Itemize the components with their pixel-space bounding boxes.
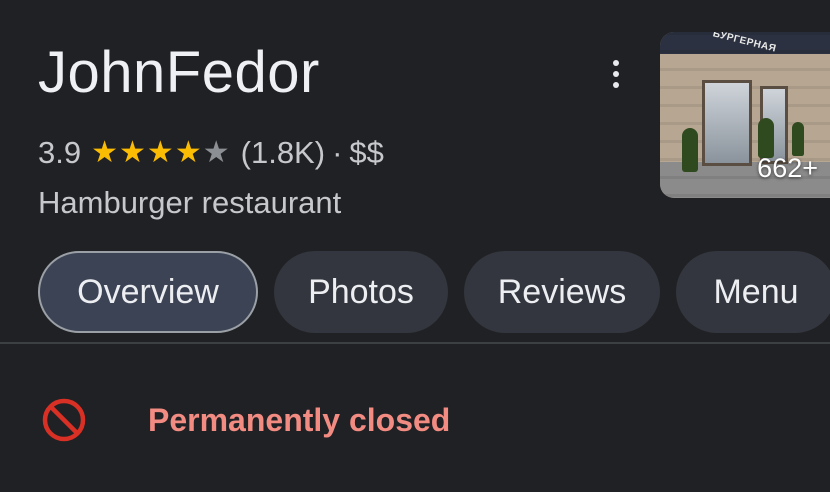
tab-reviews[interactable]: Reviews [464, 251, 660, 333]
closed-status-text: Permanently closed [148, 401, 451, 438]
photo-window [702, 80, 752, 166]
block-icon [42, 398, 86, 442]
photo-plant [758, 118, 774, 158]
photo-plant [792, 122, 804, 156]
rating-value: 3.9 [38, 135, 82, 170]
separator: · [332, 135, 343, 170]
photo-plant [682, 128, 698, 172]
closed-status-row: Permanently closed [40, 395, 450, 445]
more-options-icon-dot [613, 82, 619, 88]
review-count: (1.8K) [240, 135, 326, 170]
photo-count: 662+ [757, 153, 818, 183]
place-category[interactable]: Hamburger restaurant [38, 185, 341, 221]
star-rating: ★ ★ ★ ★ ★ [91, 138, 231, 168]
rating-row[interactable]: 3.9 ★ ★ ★ ★ ★ (1.8K) · $$ [38, 133, 384, 173]
star-filled-icon: ★ [119, 136, 146, 169]
tab-bar: Overview Photos Reviews Menu [38, 251, 830, 333]
more-options-icon [613, 60, 619, 66]
place-photo[interactable]: БУРГЕРНАЯ 662+ [660, 32, 830, 198]
more-options-icon-dot [613, 71, 619, 77]
divider [0, 342, 830, 344]
tab-photos[interactable]: Photos [274, 251, 448, 333]
star-filled-icon: ★ [91, 136, 119, 169]
star-filled-icon: ★ [174, 136, 202, 169]
tab-overview[interactable]: Overview [38, 251, 258, 333]
tab-menu[interactable]: Menu [676, 251, 830, 333]
place-title: JohnFedor [38, 40, 320, 105]
star-filled-icon: ★ [146, 136, 174, 169]
star-empty-icon: ★ [202, 136, 230, 169]
more-options-button[interactable] [598, 56, 634, 92]
price-level: $$ [349, 135, 384, 170]
